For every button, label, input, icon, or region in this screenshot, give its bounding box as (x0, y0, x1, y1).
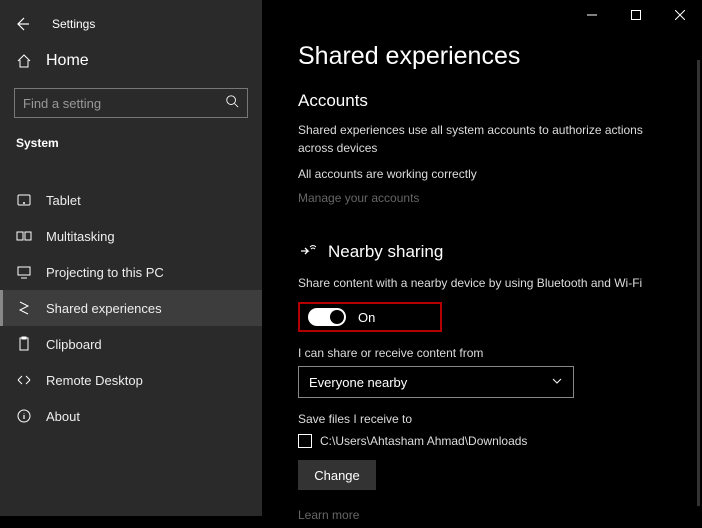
nearby-sharing-header: Nearby sharing (298, 239, 682, 264)
nearby-desc: Share content with a nearby device by us… (298, 274, 678, 300)
nav-label: Clipboard (46, 337, 102, 352)
nav-label: About (46, 409, 80, 424)
save-files-label: Save files I receive to (298, 412, 682, 426)
nearby-toggle[interactable] (308, 308, 346, 326)
tablet-icon (16, 192, 32, 208)
nav-item-projecting[interactable]: Projecting to this PC (0, 254, 262, 290)
search-box[interactable] (14, 88, 248, 118)
back-arrow-icon[interactable] (14, 16, 30, 32)
nav-label: Projecting to this PC (46, 265, 164, 280)
change-button[interactable]: Change (298, 460, 376, 490)
nav-label: Shared experiences (46, 301, 162, 316)
sidebar: Settings Home System Tablet Multitasking… (0, 0, 262, 516)
home-icon (16, 53, 32, 69)
window-title: Settings (52, 17, 95, 31)
nav-item-shared-experiences[interactable]: Shared experiences (0, 290, 262, 326)
shared-experiences-icon (16, 300, 32, 316)
minimize-button[interactable] (570, 0, 614, 30)
sidebar-header: Settings (0, 10, 262, 42)
chevron-down-icon (551, 375, 563, 390)
search-input[interactable] (23, 96, 203, 111)
about-icon (16, 408, 32, 424)
clipboard-icon (16, 336, 32, 352)
accounts-heading: Accounts (298, 91, 682, 121)
nav-item-remote-desktop[interactable]: Remote Desktop (0, 362, 262, 398)
nav-item-clipboard[interactable]: Clipboard (0, 326, 262, 362)
home-button[interactable]: Home (0, 42, 262, 80)
home-label: Home (46, 52, 89, 70)
content-area: Shared experiences Accounts Shared exper… (262, 0, 702, 516)
projecting-icon (16, 264, 32, 280)
nearby-heading: Nearby sharing (328, 242, 443, 262)
nav-label: Tablet (46, 193, 81, 208)
nearby-toggle-row: On (298, 302, 442, 332)
share-from-label: I can share or receive content from (298, 346, 682, 360)
folder-icon (298, 434, 312, 448)
nearby-sharing-icon (298, 239, 318, 264)
nav-label: Remote Desktop (46, 373, 143, 388)
toggle-state-label: On (358, 310, 375, 325)
manage-accounts-link[interactable]: Manage your accounts (298, 191, 682, 211)
save-path-row: C:\Users\Ahtasham Ahmad\Downloads (298, 432, 682, 450)
nav-list: Tablet Multitasking Projecting to this P… (0, 182, 262, 434)
sidebar-section-label: System (0, 132, 262, 162)
scrollbar[interactable] (697, 60, 700, 506)
learn-more-link[interactable]: Learn more (298, 508, 682, 528)
share-from-dropdown[interactable]: Everyone nearby (298, 366, 574, 398)
nav-label: Multitasking (46, 229, 115, 244)
titlebar (570, 0, 702, 30)
remote-desktop-icon (16, 372, 32, 388)
dropdown-value: Everyone nearby (309, 375, 407, 390)
multitasking-icon (16, 228, 32, 244)
accounts-desc: Shared experiences use all system accoun… (298, 121, 678, 165)
toggle-knob (330, 310, 344, 324)
maximize-button[interactable] (614, 0, 658, 30)
nav-item-about[interactable]: About (0, 398, 262, 434)
close-button[interactable] (658, 0, 702, 30)
nav-item-tablet[interactable]: Tablet (0, 182, 262, 218)
save-path: C:\Users\Ahtasham Ahmad\Downloads (320, 432, 527, 450)
nav-item-multitasking[interactable]: Multitasking (0, 218, 262, 254)
accounts-status: All accounts are working correctly (298, 165, 678, 191)
search-icon (225, 94, 239, 113)
